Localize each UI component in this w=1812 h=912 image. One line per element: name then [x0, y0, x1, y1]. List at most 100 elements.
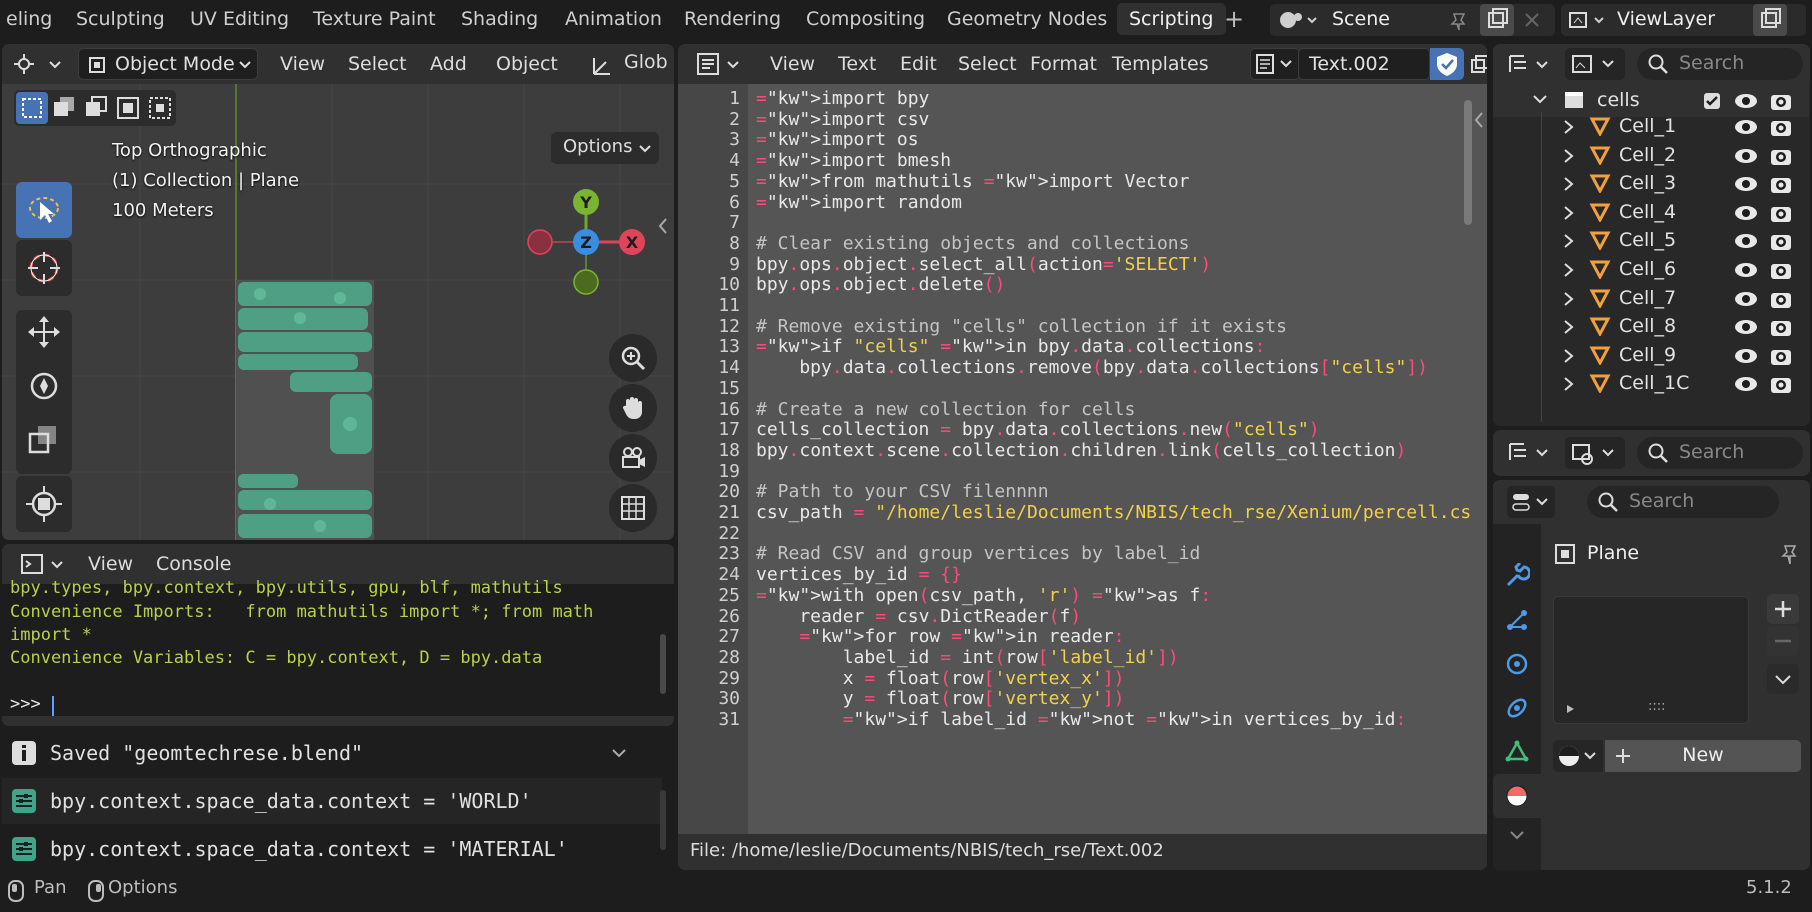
tool-cursor[interactable] — [16, 240, 72, 296]
menu-edit[interactable]: Edit — [890, 48, 947, 80]
camera-icon[interactable] — [1769, 259, 1793, 281]
chevron-right-icon[interactable] — [1563, 206, 1575, 220]
tool-select[interactable] — [16, 182, 72, 238]
properties-type-dropdown[interactable] — [1507, 486, 1555, 518]
chevron-down-icon[interactable] — [612, 748, 626, 758]
console-prompt[interactable]: >>> — [10, 694, 51, 714]
select-box-new-icon[interactable] — [16, 92, 48, 124]
eye-icon[interactable] — [1733, 373, 1759, 395]
chevron-right-icon[interactable] — [1563, 320, 1575, 334]
slot-menu-button[interactable] — [1767, 664, 1799, 694]
options-dropdown[interactable]: Options — [551, 132, 659, 164]
editor-type-icon[interactable] — [12, 52, 66, 76]
camera-icon[interactable] — [1769, 345, 1793, 367]
material-slot-list[interactable]: :::: — [1553, 596, 1749, 724]
camera-icon[interactable] — [1769, 288, 1793, 310]
select-extend-icon[interactable] — [48, 92, 80, 124]
scene-selector[interactable]: Scene — [1270, 4, 1555, 36]
text-browse-button[interactable] — [1250, 48, 1300, 80]
add-workspace-icon[interactable]: + — [1224, 5, 1244, 33]
resize-handle[interactable]: :::: — [1648, 699, 1666, 714]
new-material-button[interactable]: New — [1605, 740, 1801, 772]
eye-icon[interactable] — [1733, 316, 1759, 338]
new-viewlayer-button[interactable] — [1753, 4, 1787, 36]
pin-icon[interactable] — [1777, 542, 1801, 566]
info-log-item[interactable]: bpy.context.space_data.context = 'WORLD' — [2, 778, 662, 824]
tab-compositing[interactable]: Compositing — [794, 3, 937, 35]
console-scrollbar[interactable] — [660, 634, 666, 694]
chevron-right-icon[interactable] — [1563, 234, 1575, 249]
tab-scripting[interactable]: Scripting — [1117, 3, 1226, 35]
chevron-right-icon[interactable] — [1563, 120, 1575, 134]
camera-icon[interactable] — [1769, 202, 1793, 224]
eye-icon[interactable] — [1733, 230, 1759, 252]
viewport-canvas[interactable]: Options Top Orthographic (1) Collection … — [2, 84, 674, 540]
scale-icon[interactable] — [26, 420, 62, 456]
tab-material[interactable] — [1493, 774, 1541, 818]
eye-icon[interactable] — [1733, 259, 1759, 281]
camera-icon[interactable] — [1769, 145, 1793, 167]
menu-select[interactable]: Select — [338, 48, 417, 80]
filter-dropdown[interactable] — [1565, 437, 1625, 469]
chevron-right-icon[interactable] — [1563, 263, 1575, 277]
tab-data[interactable] — [1493, 730, 1541, 774]
tab-modifiers[interactable] — [1493, 554, 1541, 598]
code-scrollbar[interactable] — [1464, 100, 1472, 225]
chevron-right-icon[interactable] — [1563, 148, 1575, 163]
info-log-item[interactable]: Saved "geomtechrese.blend" — [2, 730, 662, 776]
info-log-item[interactable]: bpy.context.space_data.context = 'MATERI… — [2, 826, 662, 870]
text-name-field[interactable]: Text.002 — [1298, 48, 1430, 80]
console-output[interactable]: bpy.types, bpy.context, bpy.utils, gpu, … — [2, 578, 674, 716]
eye-icon[interactable] — [1733, 202, 1759, 224]
eye-icon[interactable] — [1733, 173, 1759, 195]
code-editor[interactable]: 1 2 3 4 5 6 7 8 9 10 11 12 13 14 15 16 17 18 19 20 21 22 23 24 2… — [678, 84, 1487, 867]
new-scene-button[interactable] — [1480, 4, 1514, 36]
transform-orientation[interactable]: Glob — [624, 51, 668, 73]
remove-slot-button[interactable] — [1767, 626, 1799, 656]
properties-search-1[interactable]: Search — [1637, 437, 1803, 469]
eye-icon[interactable] — [1733, 90, 1759, 112]
info-scrollbar[interactable] — [660, 790, 666, 850]
chevron-right-icon[interactable] — [1563, 177, 1575, 191]
cells-object[interactable] — [230, 274, 380, 540]
tool-transform[interactable] — [16, 476, 72, 532]
properties-editor-icon[interactable] — [1507, 440, 1555, 466]
tab-constraints[interactable] — [1493, 686, 1541, 730]
eye-icon[interactable] — [1733, 345, 1759, 367]
tab-rendering[interactable]: Rendering — [672, 3, 793, 35]
menu-add[interactable]: Add — [420, 48, 477, 80]
chevron-down-icon[interactable] — [1533, 94, 1547, 106]
chevron-right-icon[interactable] — [1563, 291, 1575, 306]
eye-icon[interactable] — [1733, 145, 1759, 167]
zoom-button[interactable] — [609, 334, 657, 382]
menu-templates[interactable]: Templates — [1102, 48, 1219, 80]
rotate-icon[interactable] — [26, 368, 62, 404]
outliner-editor-icon[interactable] — [1507, 52, 1555, 76]
tab-physics[interactable] — [1493, 642, 1541, 686]
outliner-tree[interactable]: cells Cell_1 Cell_2 Cell_3 Cell_4 Cell_5 Cell… — [1493, 84, 1810, 426]
menu-view[interactable]: View — [78, 548, 143, 580]
tab-animation[interactable]: Animation — [553, 3, 674, 35]
console-editor-icon[interactable] — [20, 552, 68, 576]
mode-dropdown[interactable]: Object Mode — [78, 48, 258, 80]
camera-icon[interactable] — [1769, 173, 1793, 195]
sidebar-toggle-icon[interactable] — [1472, 110, 1486, 130]
tab-shading[interactable]: Shading — [449, 3, 550, 35]
camera-icon[interactable] — [1769, 316, 1793, 338]
pin-icon[interactable] — [1448, 10, 1470, 32]
camera-icon[interactable] — [1769, 373, 1793, 395]
tab-particles[interactable] — [1493, 598, 1541, 642]
copy-icon[interactable] — [1468, 52, 1487, 76]
browse-material-button[interactable] — [1553, 740, 1603, 772]
tab-texture-paint[interactable]: Texture Paint — [301, 3, 448, 35]
chevron-right-icon[interactable] — [1563, 377, 1575, 392]
select-subtract-icon[interactable] — [80, 92, 112, 124]
pan-button[interactable] — [609, 384, 657, 432]
menu-format[interactable]: Format — [1020, 48, 1107, 80]
chevron-right-icon[interactable] — [1563, 349, 1575, 363]
camera-icon[interactable] — [1769, 90, 1793, 112]
eye-icon[interactable] — [1733, 116, 1759, 138]
chevron-down-icon[interactable] — [1509, 830, 1525, 842]
select-invert-icon[interactable] — [112, 92, 144, 124]
display-mode-dropdown[interactable] — [1565, 48, 1625, 80]
